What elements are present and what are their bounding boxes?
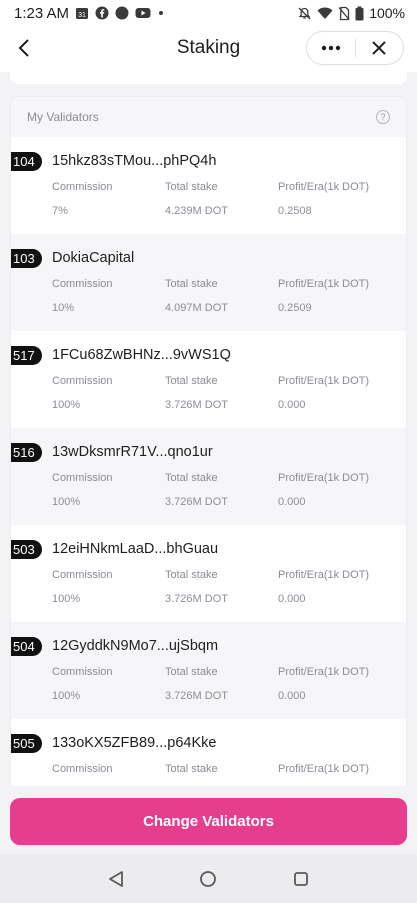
commission-value: 10% — [52, 302, 75, 314]
validator-name: 15hkz83sTMou...phPQ4h — [52, 153, 217, 169]
total-stake-label: Total stake — [165, 181, 218, 193]
status-bar: 1:23 AM 31 100% — [0, 0, 417, 26]
status-left: 1:23 AM 31 — [14, 5, 165, 22]
circle-icon — [115, 6, 129, 20]
commission-label: Commission — [52, 181, 113, 193]
profit-label: Profit/Era(1k DOT) — [278, 181, 370, 193]
rank-badge: 104 — [11, 152, 42, 171]
youtube-icon — [135, 6, 151, 20]
profit-label: Profit/Era(1k DOT) — [278, 472, 370, 484]
validator-row[interactable]: 103 DokiaCapital Commission Total stake Prof… — [11, 234, 406, 331]
profit-value: 0.000 — [278, 593, 306, 605]
validator-row[interactable]: 503 12eiHNkmLaaD...bhGuau Commission Total … — [11, 525, 406, 622]
validator-name: 12eiHNkmLaaD...bhGuau — [52, 541, 219, 557]
profit-value: 0.000 — [278, 496, 306, 508]
rank-badge: 505 — [11, 734, 42, 753]
profit-value: 0.2509 — [278, 302, 312, 314]
total-stake-value: 3.726M DOT — [165, 496, 228, 508]
dot-icon — [157, 6, 165, 20]
validator-row[interactable]: 104 15hkz83sTMou...phPQ4h Commission Total … — [11, 137, 406, 234]
action-bar: Change Validators — [0, 786, 417, 854]
rank-badge: 504 — [11, 637, 42, 656]
nav-back-button[interactable] — [102, 865, 130, 893]
no-sim-icon — [338, 6, 350, 21]
validator-name: 12GyddkN9Mo7...ujSbqm — [52, 638, 219, 654]
close-icon — [372, 41, 386, 55]
total-stake-label: Total stake — [165, 472, 218, 484]
previous-card-edge — [10, 72, 407, 84]
total-stake-label: Total stake — [165, 375, 218, 387]
commission-value: 100% — [52, 399, 81, 411]
validator-row[interactable]: 516 13wDksmrR71V...qno1ur Commission Total … — [11, 428, 406, 525]
rank-badge: 503 — [11, 540, 42, 559]
profit-label: Profit/Era(1k DOT) — [278, 569, 370, 581]
profit-label: Profit/Era(1k DOT) — [278, 375, 370, 387]
commission-label: Commission — [52, 472, 113, 484]
commission-label: Commission — [52, 278, 113, 290]
rank-badge: 517 — [11, 346, 42, 365]
battery-icon — [355, 6, 364, 21]
home-circle-icon — [200, 870, 217, 887]
rank-badge: 103 — [11, 249, 42, 268]
profit-label: Profit/Era(1k DOT) — [278, 278, 370, 290]
total-stake-value: 3.726M DOT — [165, 690, 228, 702]
validator-row[interactable]: 504 12GyddkN9Mo7...ujSbqm Commission Total … — [11, 622, 406, 719]
more-dots-icon — [321, 45, 340, 51]
profit-label: Profit/Era(1k DOT) — [278, 666, 370, 678]
total-stake-label: Total stake — [165, 278, 218, 290]
close-button[interactable] — [355, 32, 403, 64]
validator-list: 104 15hkz83sTMou...phPQ4h Commission Total … — [11, 137, 406, 805]
back-button[interactable] — [10, 34, 38, 62]
wifi-icon — [317, 6, 333, 20]
section-title: My Validators — [27, 110, 99, 124]
commission-label: Commission — [52, 763, 113, 775]
commission-value: 100% — [52, 496, 81, 508]
total-stake-label: Total stake — [165, 763, 218, 775]
chevron-left-icon — [18, 39, 29, 57]
change-validators-button[interactable]: Change Validators — [10, 798, 407, 845]
validator-name: 133oKX5ZFB89...p64Kke — [52, 735, 217, 751]
nav-home-button[interactable] — [194, 865, 222, 893]
commission-label: Commission — [52, 375, 113, 387]
validator-row[interactable]: 517 1FCu68ZwBHNz...9vWS1Q Commission Total … — [11, 331, 406, 428]
total-stake-value: 4.239M DOT — [165, 205, 228, 217]
commission-value: 100% — [52, 690, 81, 702]
status-time: 1:23 AM — [14, 4, 70, 22]
validators-card: My Validators ? 104 15hkz83sTMou...phPQ4h… — [10, 96, 407, 806]
validator-name: 13wDksmrR71V...qno1ur — [52, 444, 213, 460]
total-stake-value: 4.097M DOT — [165, 302, 228, 314]
facebook-icon — [95, 6, 109, 20]
profit-value: 0.000 — [278, 690, 306, 702]
validator-name: DokiaCapital — [52, 250, 135, 266]
profit-value: 0.2508 — [278, 205, 312, 217]
profit-label: Profit/Era(1k DOT) — [278, 763, 370, 775]
validator-name: 1FCu68ZwBHNz...9vWS1Q — [52, 347, 231, 363]
commission-label: Commission — [52, 569, 113, 581]
header-actions — [306, 31, 404, 65]
recents-square-icon — [293, 871, 308, 886]
calendar-icon: 31 — [75, 6, 89, 20]
total-stake-value: 3.726M DOT — [165, 593, 228, 605]
more-button[interactable] — [307, 32, 355, 64]
system-nav-bar — [0, 854, 417, 903]
commission-label: Commission — [52, 666, 113, 678]
app-header: Staking — [0, 26, 417, 72]
total-stake-label: Total stake — [165, 569, 218, 581]
status-right: 100% — [297, 5, 405, 21]
nav-recents-button[interactable] — [287, 865, 315, 893]
validators-header: My Validators ? — [11, 97, 406, 137]
battery-level: 100% — [369, 5, 405, 21]
commission-value: 100% — [52, 593, 81, 605]
total-stake-value: 3.726M DOT — [165, 399, 228, 411]
help-icon[interactable]: ? — [376, 110, 390, 124]
rank-badge: 516 — [11, 443, 42, 462]
total-stake-label: Total stake — [165, 666, 218, 678]
profit-value: 0.000 — [278, 399, 306, 411]
mute-icon — [297, 6, 312, 21]
commission-value: 7% — [52, 205, 68, 217]
calendar-day: 31 — [78, 12, 86, 19]
back-triangle-icon — [109, 870, 124, 887]
